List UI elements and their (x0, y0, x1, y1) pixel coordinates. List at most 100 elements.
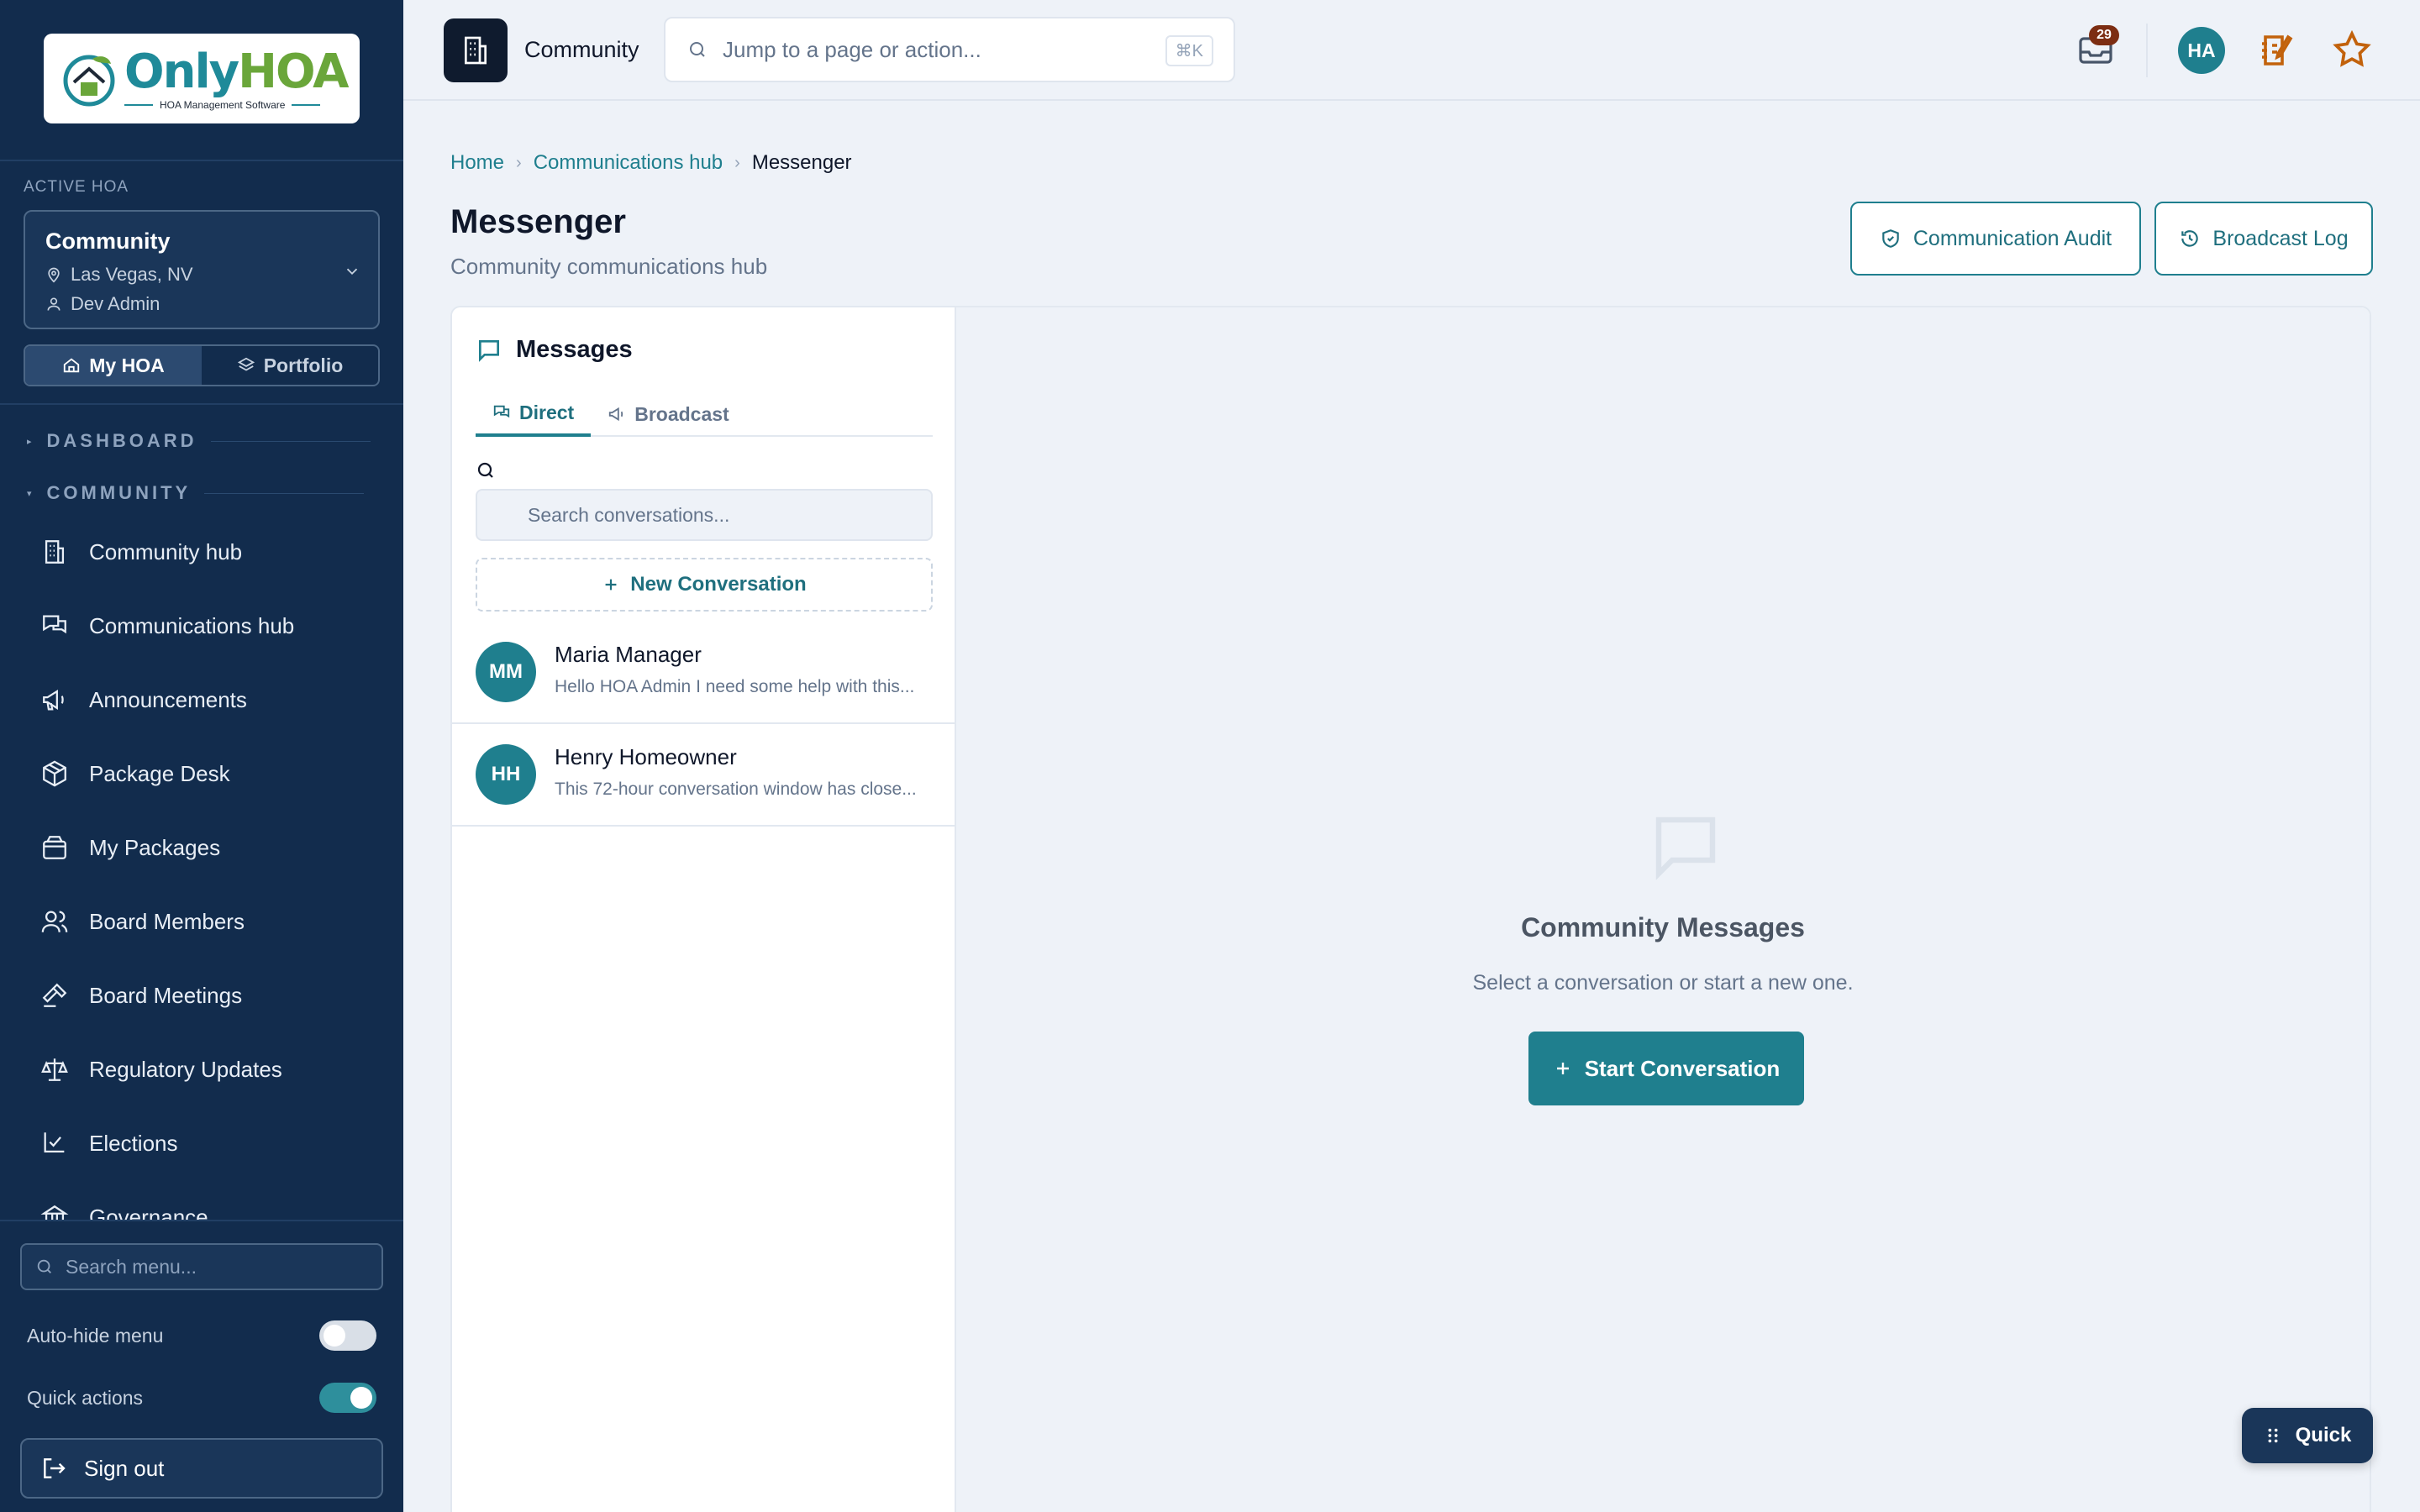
tab-direct[interactable]: Direct (476, 391, 592, 437)
package-icon (43, 760, 66, 787)
menu-search-input[interactable]: Search menu... (20, 1243, 383, 1290)
sign-out-button[interactable]: Sign out (20, 1438, 383, 1499)
quick-actions-row: Quick actions (27, 1383, 376, 1413)
new-conversation-label: New Conversation (630, 573, 807, 596)
avatar: MM (476, 642, 536, 702)
tab-broadcast[interactable]: Broadcast (591, 391, 745, 437)
command-search-placeholder: Jump to a page or action... (723, 36, 981, 62)
broadcast-log-label: Broadcast Log (2212, 226, 2349, 250)
plus-icon (605, 579, 617, 591)
communication-audit-button[interactable]: Communication Audit (1850, 202, 2141, 276)
sidebar-item-regulatory-updates[interactable]: Regulatory Updates (40, 1055, 282, 1084)
logo-word-only: Only (124, 44, 239, 99)
sidebar: OnlyHOA HOA Management Software ACTIVE H… (0, 0, 403, 1512)
location-pin-icon (48, 267, 60, 283)
sidebar-item-board-members[interactable]: Board Members (40, 907, 245, 936)
notepad-icon[interactable] (2257, 30, 2297, 71)
building-icon (45, 540, 65, 564)
chat-icon (493, 405, 510, 418)
quick-actions-label: Quick actions (27, 1386, 144, 1409)
top-bar: Community Jump to a page or action... ⌘K… (403, 0, 2420, 101)
empty-state-title: Community Messages (1521, 912, 1805, 942)
page-subtitle: Community communications hub (450, 254, 768, 279)
message-tabs: Direct Broadcast (476, 391, 933, 437)
scale-icon (41, 1058, 68, 1081)
tab-broadcast-label: Broadcast (634, 402, 729, 425)
conversation-preview: Hello HOA Admin I need some help with th… (555, 677, 915, 696)
community-switcher-button[interactable] (444, 18, 508, 82)
section-community-label: COMMUNITY (46, 482, 192, 503)
sidebar-item-label: Community hub (89, 538, 243, 564)
conversation-preview: This 72-hour conversation window has clo… (555, 780, 917, 799)
shield-check-icon (1882, 229, 1899, 248)
building-icon (465, 36, 487, 65)
auto-hide-menu-label: Auto-hide menu (27, 1324, 164, 1347)
portfolio-label: Portfolio (263, 354, 344, 376)
sidebar-footer: Search menu... Auto-hide menu Quick acti… (0, 1220, 403, 1512)
tab-direct-label: Direct (519, 401, 575, 423)
new-conversation-button[interactable]: New Conversation (476, 558, 933, 612)
chat-icon (43, 615, 66, 634)
command-search-input[interactable]: Jump to a page or action... ⌘K (664, 17, 1235, 82)
quick-actions-toggle[interactable] (319, 1383, 376, 1413)
sidebar-item-label: Elections (89, 1130, 178, 1156)
message-square-icon (1655, 816, 1716, 880)
message-square-icon (479, 339, 499, 362)
sidebar-item-community-hub[interactable]: Community hub (40, 538, 242, 566)
megaphone-icon (43, 690, 64, 711)
user-icon (47, 297, 60, 311)
quick-actions-button[interactable]: Quick (2242, 1408, 2373, 1463)
inbox-count-badge: 29 (2089, 25, 2119, 45)
sidebar-item-label: Communications hub (89, 612, 295, 638)
sidebar-item-label: Regulatory Updates (89, 1056, 282, 1082)
megaphone-icon (609, 407, 623, 422)
conversation-item[interactable]: MM Maria Manager Hello HOA Admin I need … (452, 622, 956, 724)
chevron-down-icon[interactable] (343, 262, 361, 281)
menu-search-placeholder: Search menu... (66, 1255, 197, 1278)
sidebar-item-communications-hub[interactable]: Communications hub (40, 612, 294, 640)
home-icon (64, 358, 80, 373)
community-name: Community (524, 37, 639, 62)
communication-audit-label: Communication Audit (1912, 226, 2112, 250)
breadcrumb-home[interactable]: Home (450, 151, 504, 175)
app-logo[interactable]: OnlyHOA HOA Management Software (44, 34, 360, 123)
search-icon (690, 42, 705, 57)
conversation-search-placeholder: Search conversations... (528, 503, 730, 526)
sidebar-item-my-packages[interactable]: My Packages (40, 833, 220, 862)
user-avatar[interactable]: HA (2178, 27, 2225, 74)
conversation-search-input[interactable]: Search conversations... (476, 489, 933, 541)
breadcrumb-current: Messenger (751, 151, 852, 174)
auto-hide-menu-toggle[interactable] (319, 1320, 376, 1351)
grip-icon (2268, 1428, 2278, 1443)
sidebar-item-package-desk[interactable]: Package Desk (40, 759, 230, 788)
search-icon (37, 1259, 51, 1273)
hoa-scope-toggle: My HOA Portfolio (24, 344, 380, 386)
broadcast-log-button[interactable]: Broadcast Log (2154, 202, 2373, 276)
sidebar-item-label: Board Meetings (89, 982, 243, 1008)
layers-icon (237, 357, 255, 371)
messenger-panel: Messages Direct Broadcast Search convers… (450, 306, 2371, 1512)
sidebar-item-elections[interactable]: Elections (40, 1129, 178, 1158)
section-community[interactable]: ▾ COMMUNITY (27, 482, 365, 504)
hoa-selector[interactable]: Community Las Vegas, NV Dev Admin (24, 210, 380, 329)
sidebar-item-label: My Packages (89, 834, 221, 860)
breadcrumb-communications-hub[interactable]: Communications hub (534, 151, 723, 175)
section-dashboard-label: DASHBOARD (46, 430, 197, 451)
page-title: Messenger (450, 203, 626, 240)
sidebar-item-board-meetings[interactable]: Board Meetings (40, 981, 242, 1010)
portfolio-button[interactable]: Portfolio (202, 346, 378, 385)
start-conversation-label: Start Conversation (1584, 1055, 1781, 1081)
sidebar-item-announcements[interactable]: Announcements (40, 685, 247, 714)
conversation-item[interactable]: HH Henry Homeowner This 72-hour conversa… (452, 724, 956, 827)
section-dashboard[interactable]: ▸ DASHBOARD (27, 430, 371, 452)
logo-house-icon (63, 55, 115, 106)
shortcut-hint: ⌘K (1165, 35, 1213, 66)
star-icon[interactable] (2331, 29, 2373, 71)
start-conversation-button[interactable]: Start Conversation (1528, 1032, 1804, 1105)
quick-actions-label: Quick (2295, 1424, 2352, 1446)
avatar: HH (476, 744, 536, 805)
conversation-list-pane: Messages Direct Broadcast Search convers… (452, 307, 956, 1512)
my-hoa-button[interactable]: My HOA (25, 346, 202, 385)
history-icon (2181, 230, 2199, 247)
hoa-user: Dev Admin (71, 293, 160, 314)
